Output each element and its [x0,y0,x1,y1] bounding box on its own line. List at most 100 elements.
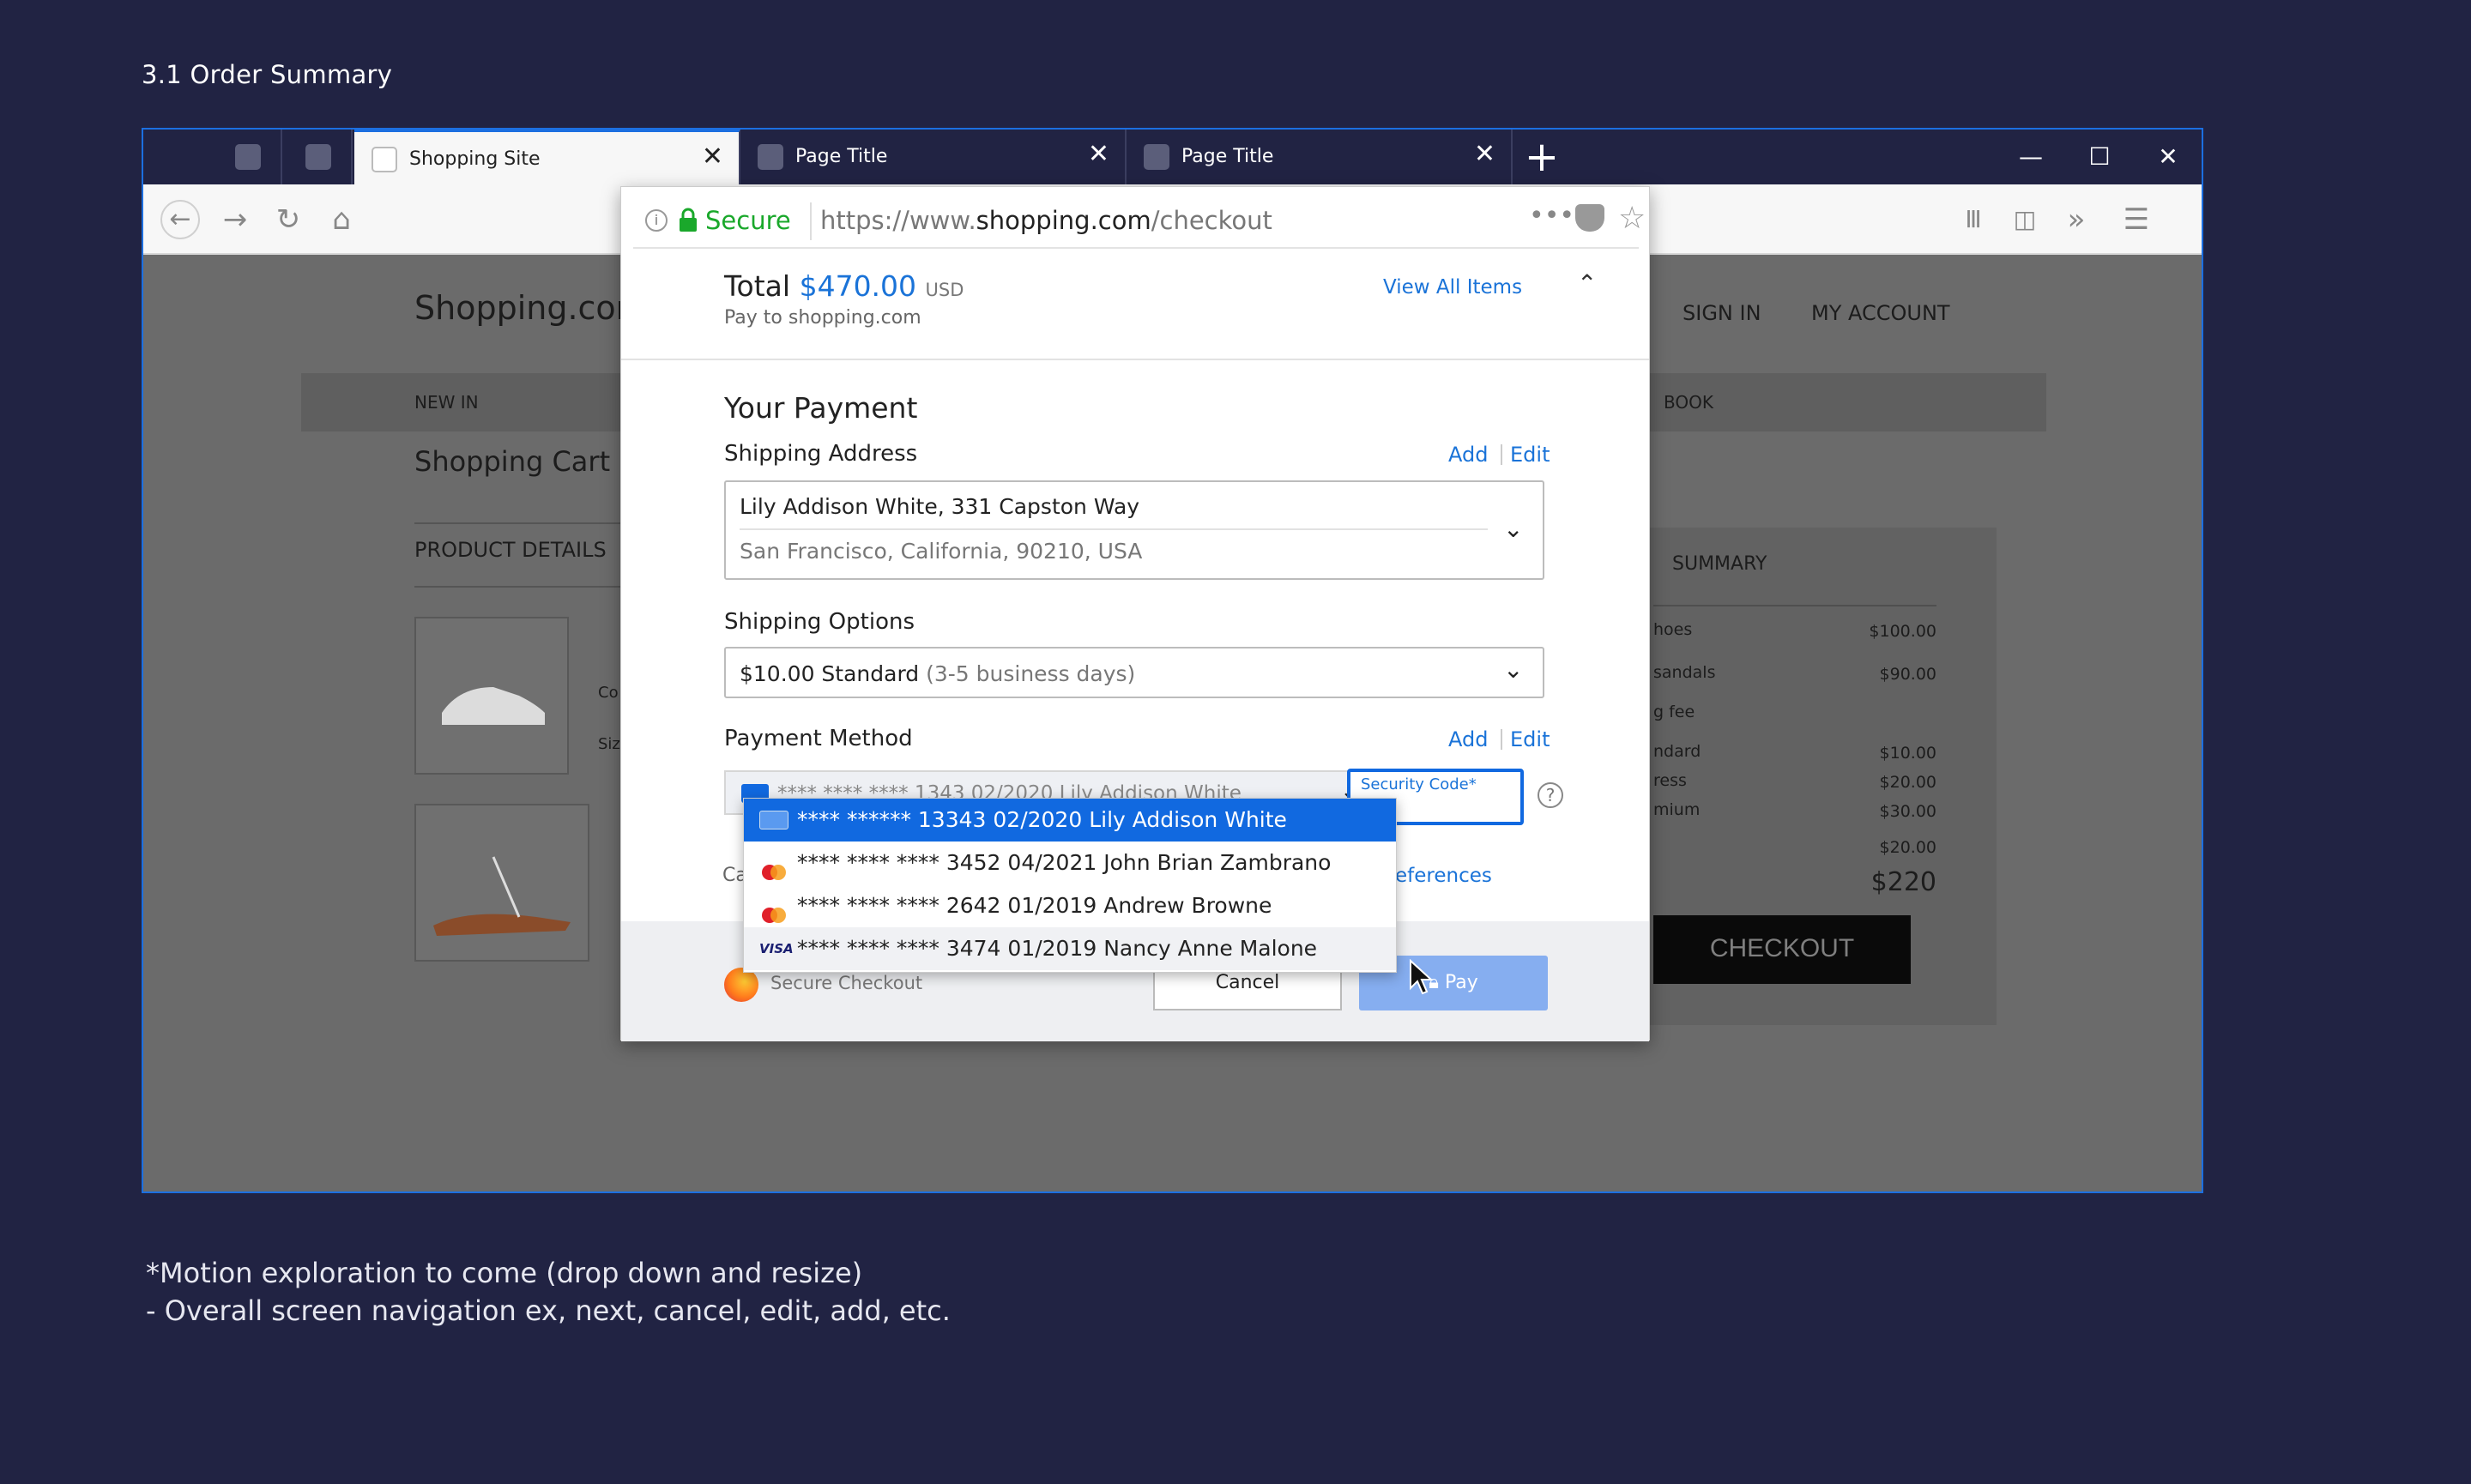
library-icon[interactable]: Ⅲ [1954,200,1993,239]
option-exp: 01/2019 [1007,893,1097,918]
mastercard-icon [759,854,788,880]
summary-row-label: g fee [1653,703,1695,721]
url-domain: shopping.com [976,206,1151,235]
checkout-button[interactable]: CHECKOUT [1653,915,1911,984]
chevron-down-icon: ⌄ [1503,515,1524,543]
option-card: **** **** **** 3474 [797,936,1001,961]
pay-label: Pay [1444,972,1478,993]
address-line1: Lily Addison White, 331 Capston Way [740,494,1140,519]
payment-option[interactable]: VISA **** **** **** 3474 01/2019 Nancy A… [744,927,1396,970]
bookmark-star-icon[interactable]: ☆ [1618,201,1646,236]
close-tab-icon[interactable]: ✕ [1088,142,1109,167]
chevron-down-icon: ⌄ [1503,655,1524,684]
option-card: **** ****** 13343 [797,807,987,832]
section-heading: Your Payment [724,391,918,425]
firefox-icon [724,968,758,1002]
summary-row-label: ndard [1653,742,1701,761]
sidebar-icon[interactable]: ◫ [2005,200,2045,239]
shipping-options-select[interactable]: $10.00 Standard (3-5 business days) ⌄ [724,647,1544,698]
option-card: **** **** **** 3452 [797,850,1001,875]
tab-strip: Shopping Site ✕ Page Title ✕ Page Title … [143,130,2202,184]
add-address-link[interactable]: Add [1448,443,1488,467]
site-logo: Shopping.com [414,289,648,327]
tab-page-title[interactable]: Page Title ✕ [1127,130,1513,184]
secure-label: Secure [705,206,791,235]
collapse-chevron-icon[interactable]: ⌃ [1577,269,1597,298]
payment-method-label: Payment Method [724,726,913,751]
shoe-image[interactable] [414,617,569,775]
summary-row-value: $10.00 [1879,744,1936,763]
pinned-tab[interactable] [282,130,353,184]
new-tab-icon[interactable]: + [1516,133,1568,181]
option-card: **** **** **** 2642 [797,893,1001,918]
close-tab-icon[interactable]: ✕ [702,144,723,170]
shipping-option-detail: (3-5 business days) [926,661,1136,686]
secure-checkout-label: Secure Checkout [770,973,923,993]
summary-row-label: mium [1653,800,1701,819]
pay-to-label: Pay to shopping.com [724,307,921,329]
preferences-link[interactable]: eferences [1395,865,1492,887]
shipping-option-value: $10.00 Standard (3-5 business days) [740,661,1135,686]
payment-option-text: **** **** **** 2642 01/2019 Andrew Brown… [797,884,1272,927]
favicon-icon [1144,144,1169,170]
pocket-icon[interactable] [1575,204,1604,232]
tab-shopping-site[interactable]: Shopping Site ✕ [354,130,740,184]
tab-label: Page Title [795,146,888,167]
browser-window: Shopping Site ✕ Page Title ✕ Page Title … [142,128,2203,1193]
total-row: Total $470.00 USD [724,269,964,303]
address-line2: San Francisco, California, 90210, USA [740,539,1143,564]
close-window-icon[interactable]: ✕ [2151,142,2185,172]
summary-row-label: ress [1653,771,1687,790]
pinned-tab[interactable] [212,130,282,184]
option-name: Lily Addison White [1089,807,1287,832]
sign-in-link[interactable]: SIGN IN [1683,301,1761,325]
edit-address-link[interactable]: Edit [1510,443,1550,467]
close-tab-icon[interactable]: ✕ [1474,142,1495,167]
summary-row-value: $20.00 [1879,773,1936,792]
nav-new-in[interactable]: NEW IN [414,392,479,413]
designer-notes: *Motion exploration to come (drop down a… [146,1254,951,1330]
url-bar[interactable]: i Secure https://www.shopping.com/checko… [633,196,1646,249]
tab-label: Shopping Site [409,148,541,170]
option-exp: 02/2020 [993,807,1083,832]
back-icon[interactable]: ← [160,200,200,239]
page-actions-icon[interactable]: ••• [1529,201,1574,231]
edit-payment-link[interactable]: Edit [1510,727,1550,751]
forward-icon[interactable]: → [215,200,255,239]
reload-icon[interactable]: ↻ [269,200,308,239]
summary-row-label: sandals [1653,663,1716,682]
payment-option[interactable]: **** **** **** 2642 01/2019 Andrew Brown… [744,884,1396,927]
summary-row-value: $20.00 [1879,838,1936,857]
add-payment-link[interactable]: Add [1448,727,1488,751]
lock-icon [678,208,698,233]
url-prefix: https://www. [820,206,976,235]
page-title: 3.1 Order Summary [142,60,393,89]
maximize-icon[interactable]: ☐ [2082,142,2117,172]
overflow-icon[interactable]: » [2057,200,2096,239]
nav-lookbook[interactable]: BOOK [1664,392,1713,413]
payment-option-text: **** **** **** 3474 01/2019 Nancy Anne M… [797,927,1317,970]
tab-page-title[interactable]: Page Title ✕ [740,130,1127,184]
my-account-link[interactable]: MY ACCOUNT [1811,301,1950,325]
summary-row-value: $100.00 [1869,622,1936,641]
url-text[interactable]: https://www.shopping.com/checkout [820,206,1272,235]
info-icon[interactable]: i [645,209,668,232]
amex-icon [759,811,788,829]
menu-icon[interactable]: ☰ [2117,200,2156,239]
payment-option[interactable]: **** **** **** 3452 04/2021 John Brian Z… [744,842,1396,884]
minimize-icon[interactable]: — [2014,142,2048,172]
size-label: Siz [598,735,620,753]
payment-option[interactable]: **** ****** 13343 02/2020 Lily Addison W… [744,799,1396,842]
view-all-items-link[interactable]: View All Items [1383,276,1522,299]
option-exp: 01/2019 [1007,936,1097,961]
shipping-address-label: Shipping Address [724,441,918,467]
summary-row-label: hoes [1653,620,1693,639]
payment-request-sheet: i Secure https://www.shopping.com/checko… [620,186,1650,1041]
payment-dropdown: **** ****** 13343 02/2020 Lily Addison W… [743,798,1397,973]
sandal-image[interactable] [414,804,589,962]
shipping-address-select[interactable]: Lily Addison White, 331 Capston Way San … [724,480,1544,580]
home-icon[interactable]: ⌂ [322,200,361,239]
note-line: *Motion exploration to come (drop down a… [146,1257,863,1289]
help-icon[interactable]: ? [1538,782,1563,808]
visa-icon: VISA [759,941,794,956]
